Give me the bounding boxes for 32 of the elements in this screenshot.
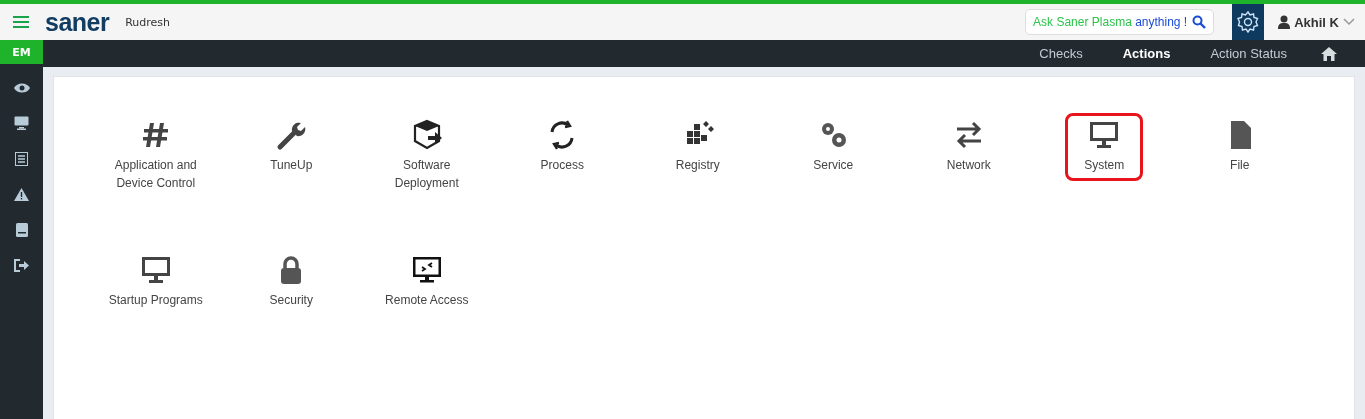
brand-logo: saner	[45, 9, 110, 35]
action-tile[interactable]: Remote Access	[376, 248, 478, 316]
action-tile[interactable]: Service	[794, 113, 873, 181]
action-tile[interactable]: System	[1065, 113, 1144, 181]
action-tile[interactable]: Process	[523, 113, 602, 181]
action-tile[interactable]: Network	[929, 113, 1008, 181]
action-tile[interactable]: TuneUp	[252, 113, 331, 181]
action-tile[interactable]: Application and Device Control	[91, 113, 220, 199]
ask-search-button[interactable]: Ask Saner Plasma anything !	[1025, 9, 1215, 35]
menu-icon[interactable]	[13, 15, 29, 29]
logout-icon[interactable]	[14, 259, 29, 272]
action-tile[interactable]: Software Deployment	[362, 113, 491, 199]
action-tile[interactable]: Startup Programs	[99, 248, 212, 316]
action-tile[interactable]: File	[1200, 113, 1279, 181]
chevron-down-icon	[1343, 18, 1355, 26]
list-icon[interactable]	[15, 152, 28, 166]
user-menu[interactable]: Akhil K	[1276, 14, 1357, 30]
nav-tab[interactable]: Action Status	[1190, 46, 1307, 61]
book-icon[interactable]	[15, 223, 28, 237]
nav-tab[interactable]: Actions	[1102, 46, 1191, 61]
nav-tab[interactable]: Checks	[1019, 46, 1103, 61]
settings-icon	[1236, 10, 1261, 34]
search-icon	[1192, 15, 1207, 29]
user-icon	[1278, 15, 1291, 29]
settings-button[interactable]	[1232, 4, 1265, 40]
action-tile[interactable]: Registry	[658, 113, 737, 181]
action-tile[interactable]: Security	[252, 248, 331, 316]
home-icon[interactable]	[1321, 46, 1337, 61]
eye-icon[interactable]	[13, 82, 30, 94]
monitor-icon[interactable]	[14, 116, 29, 130]
warning-icon[interactable]	[14, 188, 29, 201]
organization-name: Rudresh	[125, 15, 171, 29]
